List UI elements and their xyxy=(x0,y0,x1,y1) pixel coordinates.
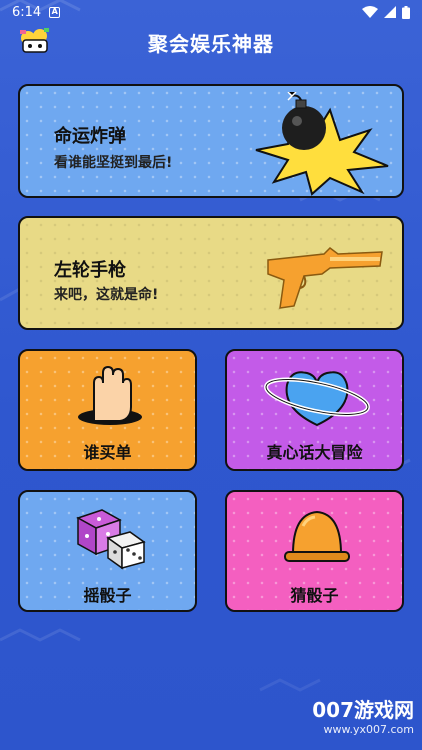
status-time: 6:14 xyxy=(12,4,42,20)
guess-dice-label: 猜骰子 xyxy=(290,586,339,605)
party-app-icon[interactable] xyxy=(18,26,52,56)
battery-icon xyxy=(402,5,410,19)
revolver-title: 左轮手枪 xyxy=(54,260,126,281)
dice-icon xyxy=(76,509,146,570)
toy-gun-icon xyxy=(267,247,383,309)
who-pays-card[interactable]: 谁买单 xyxy=(18,349,197,471)
who-pays-label: 谁买单 xyxy=(83,443,132,462)
fate-bomb-card[interactable]: 命运炸弹 看谁能坚挺到最后! xyxy=(18,84,404,198)
hand-in-hole-icon xyxy=(78,365,142,425)
truth-or-dare-card[interactable]: 真心话大冒险 xyxy=(225,349,404,471)
watermark-brand: 007游戏网 xyxy=(312,698,414,722)
bomb-explosion-icon xyxy=(255,92,389,196)
truth-or-dare-label: 真心话大冒险 xyxy=(266,443,363,462)
heart-planet-icon xyxy=(264,371,370,427)
fate-bomb-title: 命运炸弹 xyxy=(54,126,126,147)
guess-dice-card[interactable]: 猜骰子 xyxy=(225,490,404,612)
dice-cup-icon xyxy=(284,510,350,562)
status-bar: 6:14 A xyxy=(0,0,422,24)
shake-dice-label: 摇骰子 xyxy=(83,586,132,605)
wifi-icon xyxy=(362,6,378,18)
signal-icon xyxy=(384,6,396,18)
page-title: 聚会娱乐神器 xyxy=(148,31,274,56)
watermark: 007游戏网 www.yx007.com xyxy=(312,694,414,736)
fate-bomb-subtitle: 看谁能坚挺到最后! xyxy=(54,155,173,171)
title-bar: 聚会娱乐神器 xyxy=(0,24,422,60)
shake-dice-card[interactable]: 摇骰子 xyxy=(18,490,197,612)
notification-a-icon: A xyxy=(49,6,61,18)
revolver-subtitle: 来吧，这就是命! xyxy=(54,287,159,303)
revolver-card[interactable]: 左轮手枪 来吧，这就是命! xyxy=(18,216,404,330)
watermark-url: www.yx007.com xyxy=(323,723,414,736)
